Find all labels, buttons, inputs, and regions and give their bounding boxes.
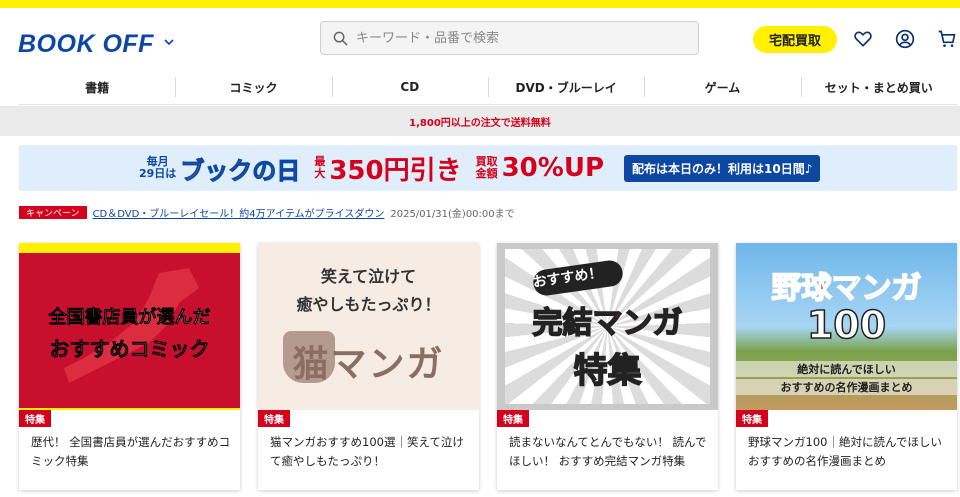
banner-monthly-b: 29日は <box>139 167 177 180</box>
search-icon[interactable] <box>333 31 348 46</box>
card3-img-line3: 特集 <box>573 350 643 392</box>
card-title: 猫マンガおすすめ100選｜笑えて泣けて癒やしもたっぷり！ <box>270 435 464 468</box>
cart-icon[interactable] <box>937 29 957 49</box>
card4-img-line4: おすすめの名作漫画まとめ <box>736 379 957 395</box>
card3-img-line2: 完結マンガ <box>532 305 684 342</box>
card-tag: 特集 <box>736 410 768 427</box>
feature-card[interactable]: 全国書店員が選んだ おすすめコミック 特集 歴代！ 全国書店員が選んだおすすめコ… <box>19 243 240 490</box>
category-nav: 書籍 コミック CD DVD・ブルーレイ ゲーム セット・まとめ買い <box>19 70 957 105</box>
banner-max-b: 大 <box>314 167 326 180</box>
campaign-row: キャンペーン CD＆DVD・ブルーレイセール！約4万アイテムがプライスダウン 2… <box>19 205 515 220</box>
free-shipping-notice: 1,800円以上の注文で送料無料 <box>0 106 960 136</box>
card4-img-line1: 野球マンガ <box>771 270 923 307</box>
chevron-down-icon[interactable] <box>163 36 175 48</box>
banner-buy-label: 買取 金額 <box>476 156 498 180</box>
nav-set-bulk[interactable]: セット・まとめ買い <box>800 70 957 104</box>
feature-card[interactable]: 野球マンガ 100 絶対に読んでほしい おすすめの名作漫画まとめ 特集 野球マン… <box>736 243 957 490</box>
card-tag: 特集 <box>258 410 290 427</box>
search-box <box>320 21 699 55</box>
logo-text: BOOK OFF <box>18 29 154 58</box>
nav-comics[interactable]: コミック <box>175 70 331 104</box>
card-title: 歴代！ 全国書店員が選んだおすすめコミック特集 <box>31 435 231 468</box>
banner-monthly: 毎月 29日は <box>139 156 176 180</box>
campaign-date: 2025/01/31(金)00:00まで <box>390 208 515 220</box>
card-title: 野球マンガ100｜絶対に読んでほしいおすすめの名作漫画まとめ <box>748 435 942 468</box>
banner-buy-up: 30%UP <box>501 153 604 183</box>
card-image-completed: おすすめ！ 完結マンガ 特集 <box>497 243 718 410</box>
banner-buy-b: 金額 <box>475 167 498 180</box>
card4-img-line2: 100 <box>806 302 887 348</box>
site-header: BOOK OFF 宅配買取 <box>0 8 960 70</box>
bookoff-logo[interactable]: BOOK OFF <box>18 26 154 62</box>
book-day-banner[interactable]: 毎月 29日は ブックの日 最大 350円引き 買取 金額 30%UP 配布は本日の… <box>19 145 957 191</box>
card1-img-line1: 全国書店員が選んだ <box>48 307 211 329</box>
card2-img-line3: 猫マンガ <box>292 344 445 385</box>
feature-card[interactable]: 笑えて泣けて 癒やしもたっぷり！ 猫マンガ 特集 猫マンガおすすめ100選｜笑え… <box>258 243 479 490</box>
banner-note: 配布は本日のみ！利用は10日間♪ <box>624 154 821 182</box>
heart-icon[interactable] <box>853 29 873 49</box>
feature-cards: 全国書店員が選んだ おすすめコミック 特集 歴代！ 全国書店員が選んだおすすめコ… <box>19 243 957 497</box>
card-image-baseball: 野球マンガ 100 絶対に読んでほしい おすすめの名作漫画まとめ <box>736 243 957 410</box>
nav-games[interactable]: ゲーム <box>644 70 800 104</box>
nav-cd[interactable]: CD <box>331 70 488 104</box>
card-tag: 特集 <box>19 410 51 427</box>
home-purchase-button[interactable]: 宅配買取 <box>753 26 837 53</box>
feature-card[interactable]: おすすめ！ 完結マンガ 特集 特集 読まないなんてとんでもない！ 読んでほしい！… <box>497 243 718 490</box>
top-accent-bar <box>0 0 960 8</box>
account-icon[interactable] <box>895 29 915 49</box>
campaign-link[interactable]: CD＆DVD・ブルーレイセール！約4万アイテムがプライスダウン <box>93 205 385 220</box>
card1-img-line2: おすすめコミック <box>49 337 210 362</box>
banner-max-label: 最大 <box>314 156 325 180</box>
card4-img-line3: 絶対に読んでほしい <box>736 361 957 377</box>
nav-books[interactable]: 書籍 <box>19 70 175 104</box>
card2-img-line2: 癒やしもたっぷり！ <box>296 295 441 314</box>
card-tag: 特集 <box>497 410 529 427</box>
campaign-badge: キャンペーン <box>19 205 87 219</box>
card-title: 読まないなんてとんでもない！ 読んでほしい！ おすすめ完結マンガ特集 <box>509 435 707 468</box>
banner-discount: 350円引き <box>329 155 462 186</box>
banner-book-day: ブックの日 <box>180 156 301 185</box>
nav-dvd-bluray[interactable]: DVD・ブルーレイ <box>487 70 644 104</box>
card2-img-line1: 笑えて泣けて <box>320 267 417 286</box>
card-image-cat: 笑えて泣けて 癒やしもたっぷり！ 猫マンガ <box>258 243 479 410</box>
search-input[interactable] <box>356 30 676 46</box>
card-image-comic: 全国書店員が選んだ おすすめコミック <box>19 243 240 410</box>
